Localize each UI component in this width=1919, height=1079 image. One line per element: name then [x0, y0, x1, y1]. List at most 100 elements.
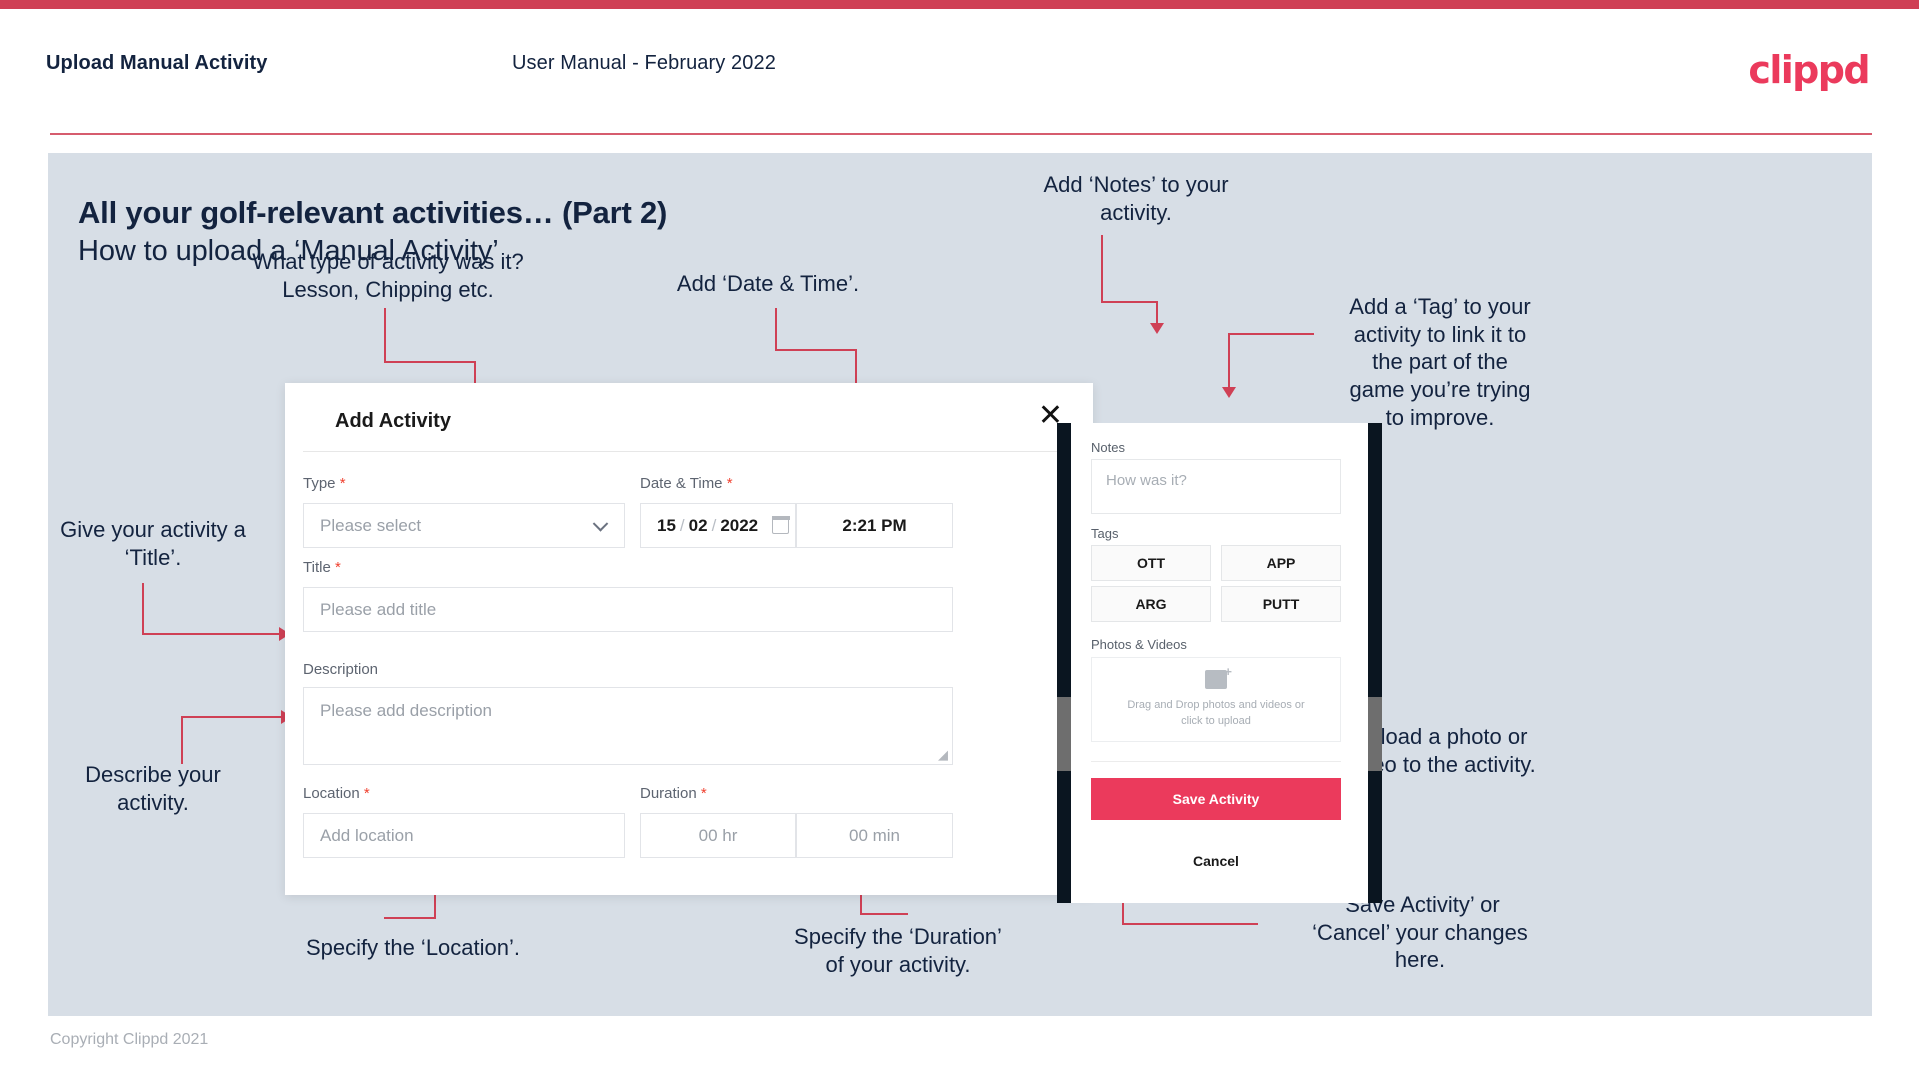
- page-header: Upload Manual Activity User Manual - Feb…: [0, 9, 1919, 135]
- location-input[interactable]: Add location: [303, 813, 625, 858]
- type-select[interactable]: Please select: [303, 503, 625, 548]
- annotation-description: Describe your activity.: [85, 762, 221, 815]
- tag-putt-label: PUTT: [1262, 596, 1300, 612]
- phone-volume-button-left: [1057, 697, 1071, 771]
- type-label: Type *: [303, 475, 346, 492]
- phone-power-button-right: [1368, 697, 1382, 771]
- tag-arg-label: ARG: [1135, 596, 1167, 612]
- connector-loc-h: [384, 917, 436, 919]
- date-sep-2: /: [711, 515, 717, 535]
- tag-ott[interactable]: OTT: [1091, 545, 1211, 581]
- title-placeholder: Please add title: [320, 599, 437, 619]
- phone-bezel-right: [1368, 423, 1382, 903]
- datetime-label-text: Date & Time: [640, 475, 723, 492]
- calendar-icon[interactable]: [771, 516, 790, 534]
- duration-hours-placeholder: 00 hr: [698, 825, 738, 845]
- phone-screen: Notes How was it? Tags OTT APP ARG PUTT …: [1071, 423, 1368, 903]
- connector-notes-arrow: [1150, 323, 1164, 334]
- date-input[interactable]: 15 / 02 / 2022: [640, 503, 796, 548]
- page-title: Upload Manual Activity: [46, 52, 268, 74]
- annotation-duration: Specify the ‘Duration’ of your activity.: [794, 924, 1002, 977]
- duration-required-marker: *: [700, 785, 707, 802]
- title-required-marker: *: [334, 559, 341, 576]
- connector-desc-h: [181, 716, 284, 718]
- title-label: Title *: [303, 559, 341, 576]
- type-label-text: Type: [303, 475, 336, 492]
- duration-hours-input[interactable]: 00 hr: [640, 813, 796, 858]
- notes-label: Notes: [1091, 440, 1125, 455]
- chevron-down-icon: [592, 515, 609, 532]
- duration-label-text: Duration: [640, 785, 697, 802]
- photos-label: Photos & Videos: [1091, 637, 1187, 652]
- phone-bezel-left: [1057, 423, 1071, 903]
- location-required-marker: *: [363, 785, 370, 802]
- annotation-datetime: Add ‘Date & Time’.: [676, 271, 860, 296]
- time-input[interactable]: 2:21 PM: [796, 503, 953, 548]
- annotation-tags: Add a ‘Tag’ to your activity to link it …: [1349, 294, 1531, 430]
- description-label: Description: [303, 661, 378, 678]
- connector-tags-v: [1228, 333, 1230, 390]
- duration-minutes-input[interactable]: 00 min: [796, 813, 953, 858]
- description-label-text: Description: [303, 661, 379, 678]
- add-activity-dialog: Add Activity ✕ Type * Please select Date…: [285, 383, 1093, 895]
- description-textarea[interactable]: Please add description ◢: [303, 687, 953, 765]
- title-input[interactable]: Please add title: [303, 587, 953, 632]
- location-placeholder: Add location: [320, 825, 414, 845]
- connector-type-h: [384, 361, 476, 363]
- connector-title-v: [142, 583, 144, 635]
- tag-app-label: APP: [1266, 555, 1296, 571]
- slide-canvas: All your golf-relevant activities… (Part…: [48, 153, 1872, 1016]
- connector-save-h: [1122, 923, 1258, 925]
- cancel-button[interactable]: Cancel: [1091, 853, 1341, 869]
- title-label-text: Title: [303, 559, 331, 576]
- top-accent-bar: [0, 0, 1919, 9]
- connector-tags-arrow: [1222, 387, 1236, 398]
- connector-tags-h: [1228, 333, 1314, 335]
- footer-copyright: Copyright Clippd 2021: [50, 1031, 209, 1048]
- connector-notes-h: [1101, 301, 1158, 303]
- connector-dur-h: [860, 913, 908, 915]
- cancel-label: Cancel: [1193, 853, 1239, 869]
- date-day: 15: [657, 515, 676, 535]
- tag-arg[interactable]: ARG: [1091, 586, 1211, 622]
- tag-putt[interactable]: PUTT: [1221, 586, 1341, 622]
- annotation-title: Give your activity a ‘Title’.: [60, 517, 246, 570]
- datetime-required-marker: *: [726, 475, 733, 492]
- notes-input[interactable]: How was it?: [1091, 459, 1341, 514]
- duration-minutes-placeholder: 00 min: [848, 825, 901, 845]
- type-required-marker: *: [339, 475, 346, 492]
- save-activity-label: Save Activity: [1172, 791, 1260, 807]
- photo-dropzone[interactable]: + Drag and Drop photos and videos or cli…: [1091, 657, 1341, 742]
- location-label: Location *: [303, 785, 370, 802]
- description-placeholder: Please add description: [320, 701, 493, 720]
- type-placeholder: Please select: [320, 515, 422, 535]
- dialog-divider: [303, 451, 1075, 452]
- tags-label: Tags: [1091, 526, 1119, 541]
- connector-desc-v: [181, 718, 183, 764]
- annotation-save-cancel: ‘Save Activity’ or ‘Cancel’ your changes…: [1312, 892, 1528, 973]
- save-activity-button[interactable]: Save Activity: [1091, 778, 1341, 820]
- annotation-location: Specify the ‘Location’.: [305, 935, 521, 960]
- dropzone-text: Drag and Drop photos and videos or click…: [1127, 699, 1305, 727]
- connector-title-h: [142, 633, 282, 635]
- duration-label: Duration *: [640, 785, 707, 802]
- connector-dt-v1: [775, 308, 777, 351]
- annotation-notes: Add ‘Notes’ to your activity.: [1043, 172, 1229, 225]
- tag-app[interactable]: APP: [1221, 545, 1341, 581]
- tag-ott-label: OTT: [1137, 555, 1165, 571]
- date-month: 02: [688, 515, 708, 535]
- connector-notes-v1: [1101, 235, 1103, 303]
- connector-dt-h: [775, 349, 857, 351]
- annotation-type: What type of activity was it? Lesson, Ch…: [252, 249, 524, 302]
- resize-handle-icon[interactable]: ◢: [938, 748, 948, 761]
- phone-mockup: Notes How was it? Tags OTT APP ARG PUTT …: [1057, 423, 1382, 903]
- location-label-text: Location: [303, 785, 360, 802]
- date-year: 2022: [720, 515, 759, 535]
- date-sep-1: /: [679, 515, 685, 535]
- phone-divider: [1091, 761, 1341, 762]
- image-add-icon: +: [1205, 665, 1232, 690]
- header-divider: [50, 133, 1872, 135]
- notes-placeholder: How was it?: [1106, 472, 1187, 489]
- datetime-label: Date & Time *: [640, 475, 733, 492]
- time-value: 2:21 PM: [842, 515, 907, 535]
